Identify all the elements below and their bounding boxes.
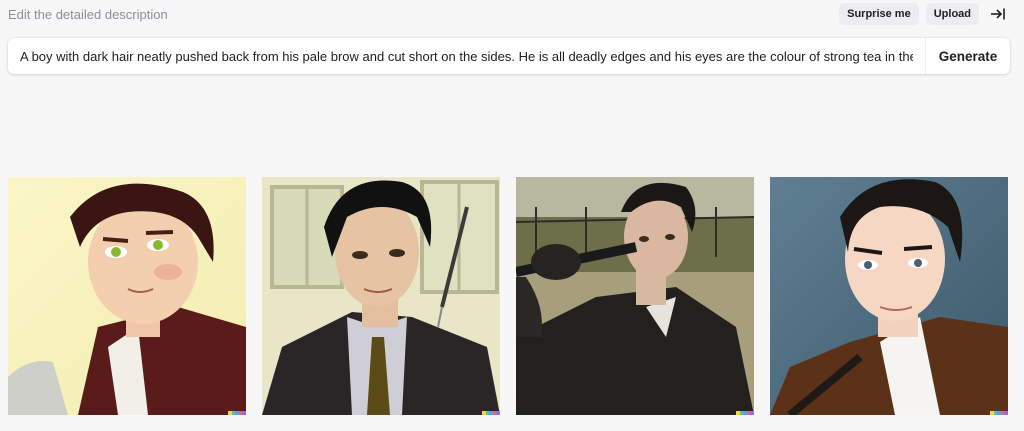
signature-badge: [736, 411, 754, 415]
generate-button[interactable]: Generate: [926, 38, 1010, 74]
collapse-button[interactable]: [986, 3, 1010, 25]
prompt-input[interactable]: [8, 38, 925, 74]
generated-image-1[interactable]: [8, 177, 246, 415]
portrait-image: [8, 177, 246, 415]
portrait-image: [516, 177, 754, 415]
top-actions: Surprise me Upload: [839, 3, 1010, 25]
prompt-bar: Generate: [8, 38, 1010, 74]
portrait-image: [262, 177, 500, 415]
generated-image-4[interactable]: [770, 177, 1008, 415]
edit-hint: Edit the detailed description: [8, 7, 168, 22]
portrait-image: [770, 177, 1008, 415]
signature-badge: [228, 411, 246, 415]
signature-badge: [990, 411, 1008, 415]
generated-image-2[interactable]: [262, 177, 500, 415]
upload-button[interactable]: Upload: [925, 3, 979, 25]
arrow-right-to-bar-icon: [991, 8, 1005, 20]
signature-badge: [482, 411, 500, 415]
generated-image-3[interactable]: [516, 177, 754, 415]
image-grid: [8, 177, 1010, 415]
surprise-me-button[interactable]: Surprise me: [839, 3, 919, 25]
top-bar: Edit the detailed description Surprise m…: [0, 0, 1024, 30]
